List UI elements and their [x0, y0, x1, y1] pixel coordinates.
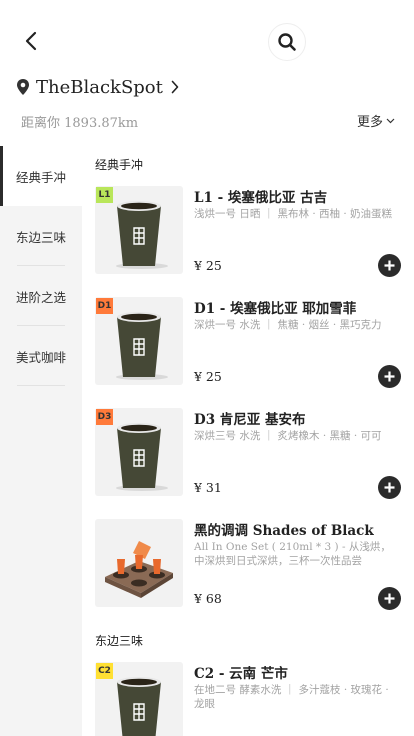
product-image: D1 — [95, 297, 183, 385]
sidebar-item-americano[interactable]: 美式咖啡 — [0, 326, 82, 386]
product-badge: L1 — [96, 187, 113, 203]
more-label: 更多 — [357, 115, 384, 130]
sidebar-item-label: 经典手冲 — [15, 169, 66, 185]
search-button[interactable] — [268, 23, 306, 61]
add-to-cart-button[interactable] — [378, 587, 401, 610]
product-price: ¥ 68 — [194, 591, 222, 606]
product-badge: C2 — [96, 663, 113, 679]
location-pin-icon — [17, 79, 29, 95]
sidebar-item-advanced[interactable]: 进阶之选 — [0, 266, 82, 326]
product-image: C2 — [95, 662, 183, 736]
sidebar-item-label: 东边三味 — [15, 229, 66, 245]
sidebar-item-label: 进阶之选 — [15, 289, 66, 305]
product-price: ¥ 31 — [194, 480, 222, 495]
product-description: 深烘一号 水洗 ｜ 焦糖 · 烟丝 · 黑巧克力 — [194, 319, 382, 331]
chevron-down-icon — [386, 118, 395, 123]
product-name: C2 - 云南 芒市 — [194, 666, 288, 682]
sidebar-item-label: 美式咖啡 — [15, 349, 66, 365]
product-name: D3 肯尼亚 基安布 — [194, 412, 306, 428]
product-description: All In One Set ( 210ml * 3 ) - 从浅烘，中深烘到日… — [194, 541, 391, 567]
more-button[interactable]: 更多 — [357, 111, 395, 130]
product-name: 黑的调调 Shades of Black — [194, 523, 374, 539]
search-icon — [278, 33, 296, 51]
product-image: L1 — [95, 186, 183, 274]
chevron-left-icon — [25, 31, 37, 51]
product-name: D1 - 埃塞俄比亚 耶加雪菲 — [194, 301, 357, 317]
add-to-cart-button[interactable] — [378, 476, 401, 499]
product-price: ¥ 25 — [194, 258, 222, 273]
store-name: TheBlackSpot — [36, 76, 163, 98]
product-item[interactable]: D3 D3 肯尼亚 基安布 深烘三号 水洗 ｜ 炙烤橡木 · 黑糖 · 可可 ¥… — [95, 408, 405, 499]
store-header: TheBlackSpot 距离你 1893.87km 更多 — [0, 0, 414, 150]
cup-tray-image — [105, 541, 173, 598]
section-title: 东边三味 — [95, 634, 144, 648]
product-description: 在地二号 酵素水洗 ｜ 多汁蔻枝 · 玫瑰花 · 龙眼 — [194, 684, 389, 710]
product-item[interactable]: D1 D1 - 埃塞俄比亚 耶加雪菲 深烘一号 水洗 ｜ 焦糖 · 烟丝 · 黑… — [95, 297, 405, 388]
back-button[interactable] — [18, 28, 44, 54]
product-list: 经典手冲 L1 L1 - 埃塞俄比亚 古吉 浅烘一号 日晒 ｜ 黑布林 · 西柚… — [82, 146, 414, 736]
plus-icon — [384, 260, 395, 271]
add-to-cart-button[interactable] — [378, 254, 401, 277]
sidebar-item-classic-pourover[interactable]: 经典手冲 — [0, 146, 82, 206]
store-distance: 距离你 1893.87km — [21, 116, 139, 131]
product-badge: D1 — [96, 298, 113, 314]
divider — [17, 385, 65, 386]
product-badge: D3 — [96, 409, 113, 425]
chevron-right-icon — [171, 80, 179, 94]
product-description: 浅烘一号 日晒 ｜ 黑布林 · 西柚 · 奶油蛋糕 — [194, 208, 393, 220]
product-price: ¥ 25 — [194, 369, 222, 384]
plus-icon — [384, 482, 395, 493]
product-image — [95, 519, 183, 607]
product-item[interactable]: C2 C2 - 云南 芒市 在地二号 酵素水洗 ｜ 多汁蔻枝 · 玫瑰花 · 龙… — [95, 662, 405, 736]
add-to-cart-button[interactable] — [378, 365, 401, 388]
category-sidebar: 经典手冲 东边三味 进阶之选 美式咖啡 — [0, 146, 82, 736]
product-item[interactable]: 黑的调调 Shades of Black All In One Set ( 21… — [95, 519, 405, 610]
plus-icon — [384, 593, 395, 604]
sidebar-item-east-three[interactable]: 东边三味 — [0, 206, 82, 266]
product-name: L1 - 埃塞俄比亚 古吉 — [194, 190, 328, 206]
section-title: 经典手冲 — [95, 158, 144, 172]
plus-icon — [384, 371, 395, 382]
store-selector[interactable]: TheBlackSpot — [16, 74, 179, 100]
product-item[interactable]: L1 L1 - 埃塞俄比亚 古吉 浅烘一号 日晒 ｜ 黑布林 · 西柚 · 奶油… — [95, 186, 405, 277]
product-image: D3 — [95, 408, 183, 496]
product-description: 深烘三号 水洗 ｜ 炙烤橡木 · 黑糖 · 可可 — [194, 430, 382, 442]
